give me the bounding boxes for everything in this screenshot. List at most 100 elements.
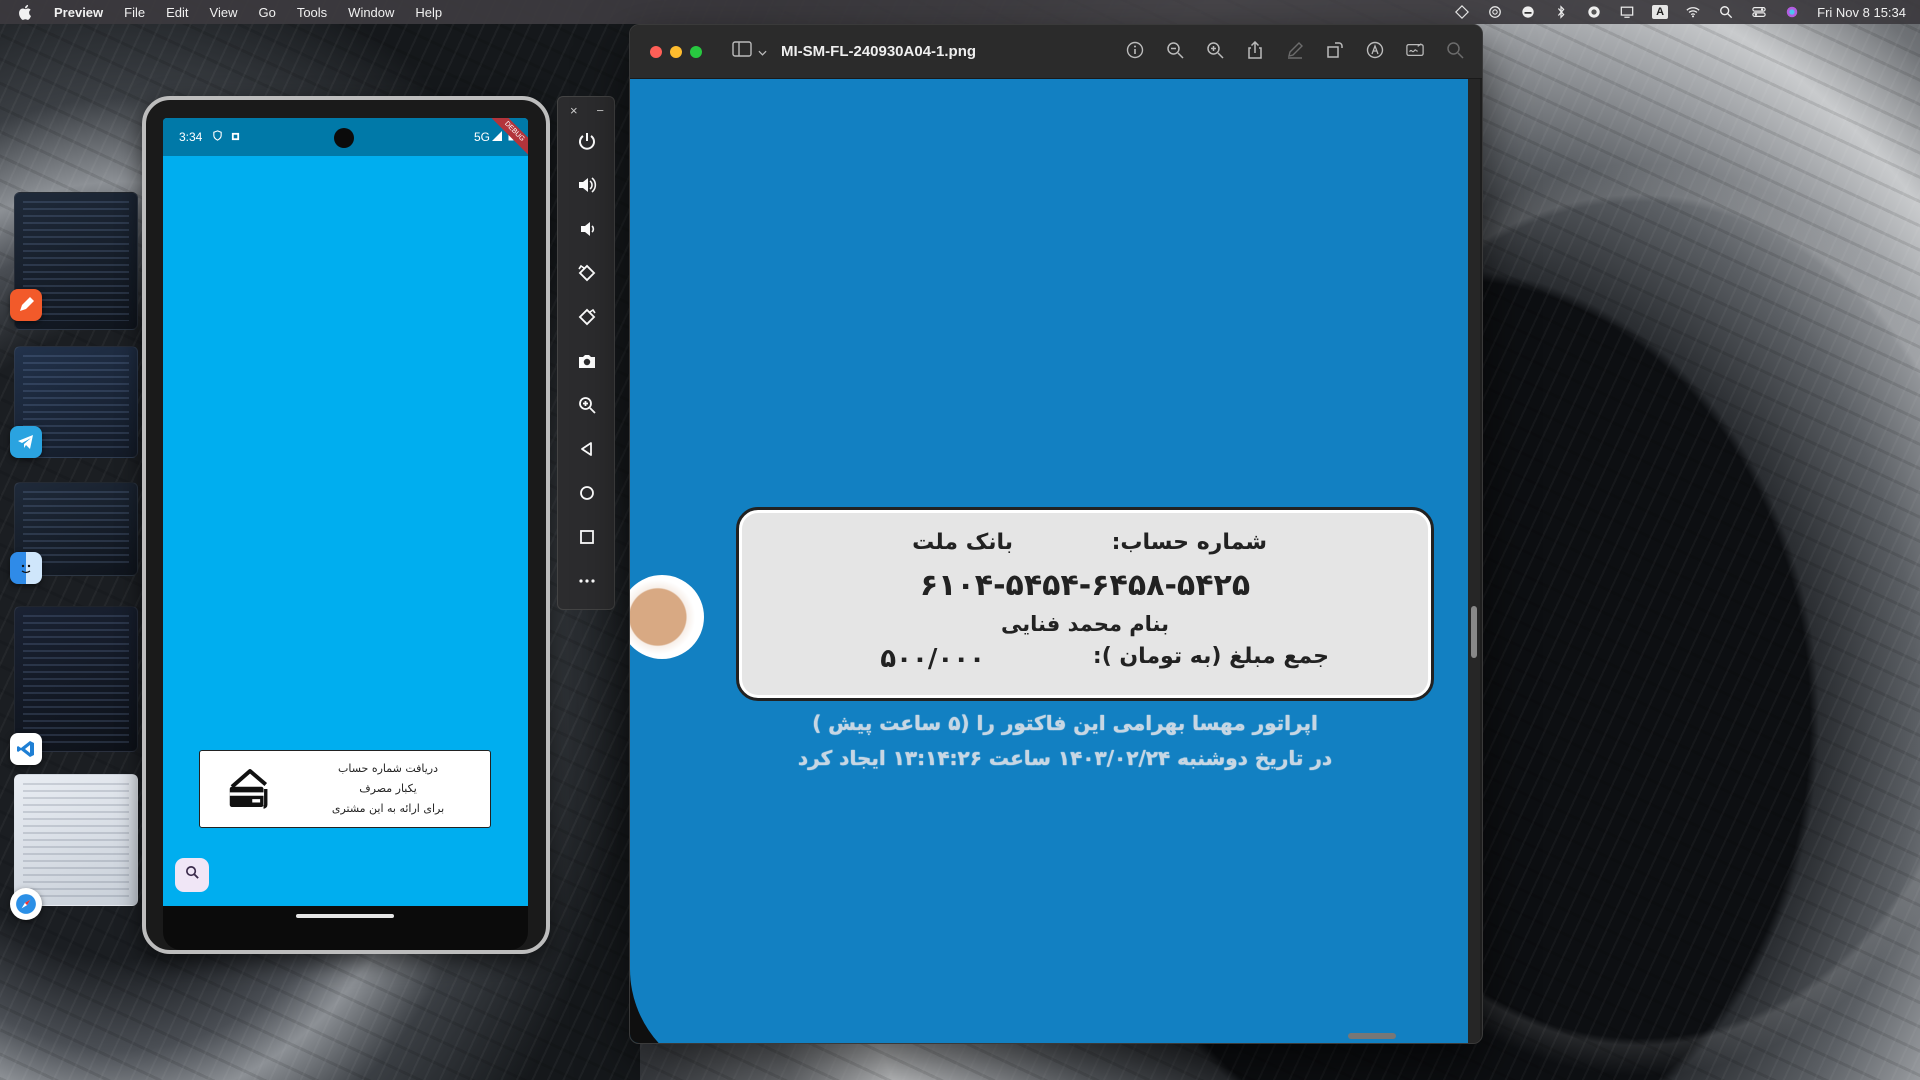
more-button[interactable] <box>558 561 616 605</box>
back-button[interactable] <box>558 429 616 473</box>
camera-cutout <box>334 128 354 148</box>
info-icon[interactable] <box>1126 41 1144 64</box>
telegram-icon[interactable] <box>10 426 42 458</box>
scrollbar-thumb[interactable] <box>1471 606 1477 658</box>
card-payment-icon <box>214 753 286 825</box>
receipt-card: شماره حساب: بانک ملت ۶۱۰۴-۵۴۵۴-۶۴۵۸-۵۴۲۵… <box>736 507 1434 701</box>
zoom-icon <box>577 395 597 420</box>
spotlight-search-icon[interactable] <box>1718 5 1734 19</box>
markup-icon[interactable] <box>1366 41 1384 64</box>
zoom-button[interactable] <box>558 385 616 429</box>
menu-file[interactable]: File <box>124 5 145 20</box>
pencil-app-icon[interactable] <box>10 289 42 321</box>
close-window-button[interactable] <box>650 45 662 58</box>
search-icon[interactable] <box>1446 41 1464 64</box>
toolbar-minimize-button[interactable]: − <box>596 103 604 121</box>
home-icon <box>577 483 597 508</box>
card-line-3: برای ارائه به این مشتری <box>331 802 445 815</box>
status-time: 3:34 <box>179 130 203 144</box>
vscode-icon[interactable] <box>10 733 42 765</box>
screenshot-button[interactable] <box>558 341 616 385</box>
menu-tools[interactable]: Tools <box>297 5 327 20</box>
preview-window: MI-SM-FL-240930A04-1.png شماره حساب: بان… <box>629 24 1483 1044</box>
bluetooth-icon[interactable] <box>1553 5 1569 19</box>
search-icon <box>185 865 200 885</box>
creative-cloud-icon[interactable] <box>1586 5 1602 19</box>
operator-note-line-2: در تاریخ دوشنبه ۱۴۰۳/۰۲/۲۴ ساعت ۱۳:۱۴:۲۶… <box>797 746 1333 770</box>
home-gesture-pill[interactable] <box>296 914 394 918</box>
account-number-label: شماره حساب: <box>1111 530 1267 555</box>
menu-edit[interactable]: Edit <box>166 5 188 20</box>
rotate-left-button[interactable] <box>558 253 616 297</box>
home-button[interactable] <box>558 473 616 517</box>
chevron-down-icon <box>758 43 767 61</box>
account-holder: بنام محمد فنایی <box>1000 612 1170 636</box>
control-center-icon[interactable] <box>1751 5 1767 19</box>
back-icon <box>577 439 597 464</box>
search-fab-button[interactable] <box>175 858 209 892</box>
network-label: 5G <box>473 130 490 144</box>
amount-label: جمع مبلغ (به تومان ): <box>1092 644 1329 669</box>
markup-pen-icon[interactable] <box>1286 41 1304 64</box>
emulator-screen[interactable]: 3:34 5G DEBUG دریافت شماره حساب یکبار مص… <box>163 118 528 906</box>
power-button[interactable] <box>558 121 616 165</box>
shield-icon <box>212 130 223 144</box>
chatgpt-icon[interactable] <box>1487 5 1503 19</box>
zoom-window-button[interactable] <box>690 45 702 58</box>
emulator-status-bar: 3:34 5G DEBUG <box>163 118 528 158</box>
preview-titlebar: MI-SM-FL-240930A04-1.png <box>630 25 1482 79</box>
share-icon[interactable] <box>1246 40 1264 64</box>
image-thumb-decoration <box>630 575 704 659</box>
emulator-nav-bar <box>163 906 528 950</box>
menu-go[interactable]: Go <box>258 5 275 20</box>
toolbar-close-button[interactable]: × <box>570 103 578 121</box>
menu-bar: Preview File Edit View Go Tools Window H… <box>0 0 1920 24</box>
sidebar-toggle-button[interactable] <box>732 41 767 62</box>
rotate-icon[interactable] <box>1326 41 1344 64</box>
menu-clock[interactable]: Fri Nov 8 15:34 <box>1817 5 1906 20</box>
card-line-2: یکبار مصرف <box>359 782 417 795</box>
horizontal-scrollbar-thumb[interactable] <box>1348 1033 1396 1039</box>
window-thumbnail[interactable] <box>14 606 138 752</box>
menu-window[interactable]: Window <box>348 5 394 20</box>
power-icon <box>577 131 597 156</box>
volume-down-icon <box>577 219 597 244</box>
account-number: ۶۱۰۴-۵۴۵۴-۶۴۵۸-۵۴۲۵ <box>919 568 1251 603</box>
siri-icon[interactable] <box>1784 5 1800 19</box>
zoom-out-icon[interactable] <box>1166 41 1184 64</box>
volume-up-button[interactable] <box>558 165 616 209</box>
rotate-left-icon <box>577 263 597 288</box>
bank-name: بانک ملت <box>912 530 1013 555</box>
menu-app-name[interactable]: Preview <box>54 5 103 20</box>
window-thumbnail[interactable] <box>14 774 138 906</box>
apple-menu-icon[interactable] <box>18 4 36 20</box>
vertical-scrollbar[interactable] <box>1468 79 1480 1043</box>
emulator-toolbar: × − <box>557 96 615 610</box>
amount-value: ۵۰۰/۰۰۰ <box>880 644 985 674</box>
overview-button[interactable] <box>558 517 616 561</box>
rotate-right-button[interactable] <box>558 297 616 341</box>
wifi-icon[interactable] <box>1685 5 1701 19</box>
menu-help[interactable]: Help <box>415 5 442 20</box>
more-icon <box>577 571 597 596</box>
signature-icon[interactable] <box>1406 41 1424 64</box>
operator-note-line-1: اپراتور مهسا بهرامی این فاکتور را (۵ ساع… <box>812 711 1318 735</box>
menu-view[interactable]: View <box>210 5 238 20</box>
rotate-right-icon <box>577 307 597 332</box>
zoom-in-icon[interactable] <box>1206 41 1224 64</box>
finder-icon[interactable] <box>10 552 42 584</box>
volume-up-icon <box>577 175 597 200</box>
safari-icon[interactable] <box>10 888 42 920</box>
vpn-icon[interactable] <box>1520 5 1536 19</box>
image-bottom-edge <box>630 869 1470 1043</box>
overview-icon <box>577 527 597 552</box>
diamond-icon[interactable] <box>1454 5 1470 19</box>
display-icon[interactable] <box>1619 5 1635 19</box>
account-request-card[interactable]: دریافت شماره حساب یکبار مصرف برای ارائه … <box>199 750 491 828</box>
keyboard-input-badge[interactable]: A <box>1652 5 1669 19</box>
notification-icon <box>231 130 240 144</box>
volume-down-button[interactable] <box>558 209 616 253</box>
signal-icon <box>492 130 502 144</box>
minimize-window-button[interactable] <box>670 45 682 58</box>
image-canvas[interactable]: شماره حساب: بانک ملت ۶۱۰۴-۵۴۵۴-۶۴۵۸-۵۴۲۵… <box>630 79 1470 1043</box>
